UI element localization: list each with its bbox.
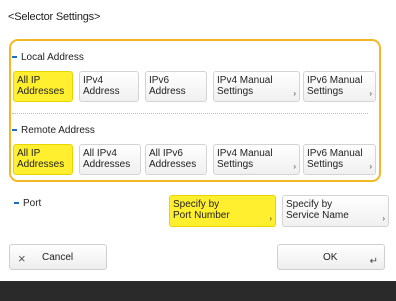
- local-all-ip-button[interactable]: All IP Addresses: [13, 71, 73, 102]
- option-label: IPv4 Address: [83, 75, 120, 97]
- cancel-label: Cancel: [42, 252, 74, 263]
- specify-by-service-name-button[interactable]: Specify by Service Name ›: [282, 195, 389, 227]
- chevron-right-icon: ›: [293, 162, 296, 171]
- bullet-icon: [12, 129, 17, 132]
- ok-button[interactable]: OK ↵: [277, 244, 385, 270]
- specify-by-port-number-button[interactable]: Specify by Port Number ›: [169, 195, 276, 227]
- option-label: All IP Addresses: [17, 75, 65, 97]
- bullet-icon: [12, 56, 17, 59]
- ok-label: OK: [323, 252, 338, 263]
- close-icon: ×: [18, 251, 26, 266]
- option-label: IPv6 Manual Settings: [307, 148, 363, 170]
- page-title: <Selector Settings>: [8, 11, 101, 23]
- option-label: Specify by Port Number: [173, 199, 230, 221]
- footer-bar: [0, 281, 396, 301]
- section-divider: [12, 113, 368, 114]
- chevron-right-icon: ›: [369, 162, 372, 171]
- remote-ipv6-manual-button[interactable]: IPv6 Manual Settings ›: [303, 144, 376, 175]
- option-label: IPv6 Manual Settings: [307, 75, 363, 97]
- remote-ipv4-manual-button[interactable]: IPv4 Manual Settings ›: [213, 144, 300, 175]
- option-label: All IPv4 Addresses: [83, 148, 131, 170]
- option-label: All IPv6 Addresses: [149, 148, 197, 170]
- option-label: Specify by Service Name: [286, 199, 349, 221]
- chevron-right-icon: ›: [269, 214, 272, 223]
- chevron-right-icon: ›: [293, 89, 296, 98]
- option-label: IPv4 Manual Settings: [217, 75, 273, 97]
- remote-address-heading: Remote Address: [12, 125, 95, 136]
- remote-all-ipv4-button[interactable]: All IPv4 Addresses: [79, 144, 141, 175]
- local-ipv4-manual-button[interactable]: IPv4 Manual Settings ›: [213, 71, 300, 102]
- option-label: IPv4 Manual Settings: [217, 148, 273, 170]
- bullet-icon: [14, 202, 19, 205]
- remote-all-ipv6-button[interactable]: All IPv6 Addresses: [145, 144, 207, 175]
- local-ipv6-button[interactable]: IPv6 Address: [145, 71, 207, 102]
- local-ipv4-button[interactable]: IPv4 Address: [79, 71, 139, 102]
- local-ipv6-manual-button[interactable]: IPv6 Manual Settings ›: [303, 71, 376, 102]
- option-label: All IP Addresses: [17, 148, 65, 170]
- port-heading: Port: [14, 198, 41, 209]
- chevron-right-icon: ›: [382, 214, 385, 223]
- local-address-heading: Local Address: [12, 52, 84, 63]
- chevron-right-icon: ›: [369, 89, 372, 98]
- enter-icon: ↵: [369, 256, 378, 267]
- cancel-button[interactable]: × Cancel: [9, 244, 107, 270]
- option-label: IPv6 Address: [149, 75, 186, 97]
- remote-all-ip-button[interactable]: All IP Addresses: [13, 144, 73, 175]
